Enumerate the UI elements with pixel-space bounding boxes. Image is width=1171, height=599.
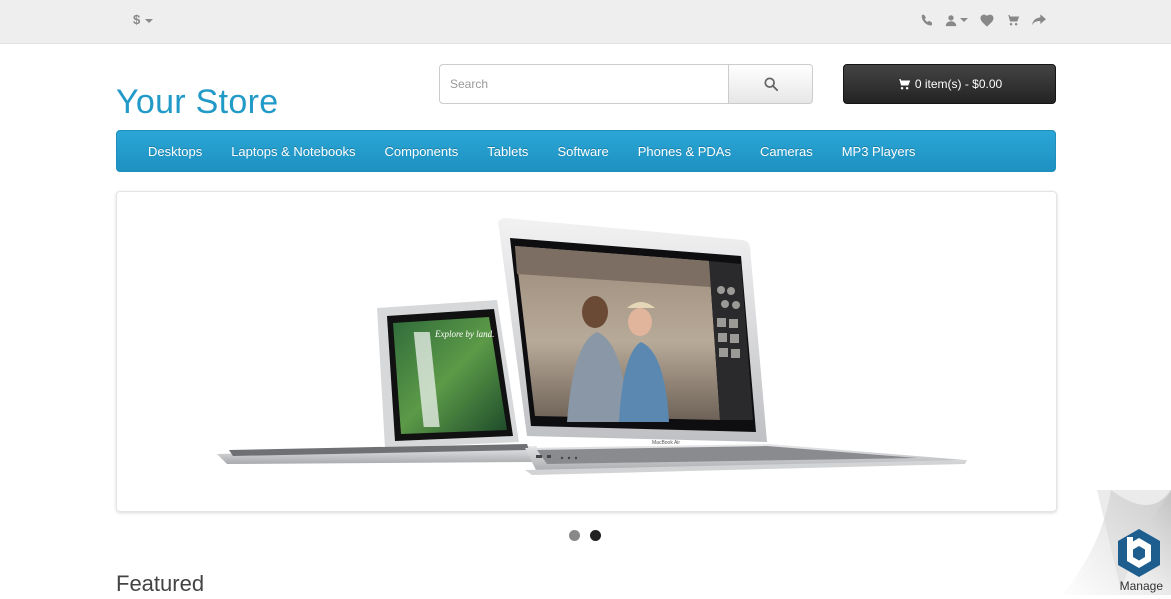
top-links bbox=[921, 11, 1046, 29]
laptop-left-screen-text: Explore by land. bbox=[434, 329, 494, 339]
cart-button[interactable]: 0 item(s) - $0.00 bbox=[843, 64, 1056, 104]
manage-label: Manage bbox=[1120, 579, 1163, 593]
menu-item-laptops-notebooks[interactable]: Laptops & Notebooks bbox=[217, 144, 370, 159]
cart-icon[interactable] bbox=[1006, 11, 1020, 29]
share-icon[interactable] bbox=[1032, 11, 1046, 29]
heart-icon[interactable] bbox=[980, 11, 994, 29]
menu-item-software[interactable]: Software bbox=[543, 144, 623, 159]
pager-dot-2[interactable] bbox=[590, 530, 601, 541]
menu-item-phones-pdas[interactable]: Phones & PDAs bbox=[623, 144, 745, 159]
menu-item-tablets[interactable]: Tablets bbox=[473, 144, 543, 159]
account-dropdown[interactable] bbox=[945, 11, 968, 29]
search-bar bbox=[439, 64, 813, 104]
user-icon bbox=[945, 14, 957, 27]
manage-widget[interactable]: Manage bbox=[1061, 490, 1171, 595]
phone-icon[interactable] bbox=[921, 11, 933, 29]
cart-label: 0 item(s) - $0.00 bbox=[915, 77, 1002, 91]
search-icon bbox=[764, 77, 778, 91]
menu-item-cameras[interactable]: Cameras bbox=[745, 144, 827, 159]
pager-dot-1[interactable] bbox=[569, 530, 580, 541]
currency-symbol: $ bbox=[133, 12, 140, 27]
main-menu: Desktops Laptops & Notebooks Components … bbox=[116, 130, 1056, 172]
laptop-right-brand: MacBook Air bbox=[652, 440, 680, 446]
search-input[interactable] bbox=[439, 64, 728, 104]
chevron-down-icon bbox=[145, 19, 153, 23]
section-title-featured: Featured bbox=[116, 571, 204, 597]
store-logo[interactable]: Your Store bbox=[116, 83, 278, 122]
manage-hex-icon bbox=[1115, 527, 1163, 579]
menu-item-desktops[interactable]: Desktops bbox=[133, 144, 217, 159]
menu-item-components[interactable]: Components bbox=[370, 144, 473, 159]
menu-item-mp3-players[interactable]: MP3 Players bbox=[827, 144, 930, 159]
search-button[interactable] bbox=[728, 64, 813, 104]
laptop-left: Explore by land. bbox=[217, 300, 537, 464]
top-bar: $ bbox=[0, 0, 1171, 44]
laptop-right: MacBook Air bbox=[498, 218, 967, 475]
slide-image-macbook-air: Explore by land. MacBook Air bbox=[117, 192, 1057, 512]
cart-icon bbox=[897, 78, 911, 90]
slideshow[interactable]: Explore by land. MacBook Air bbox=[116, 191, 1057, 512]
currency-dropdown[interactable]: $ bbox=[133, 12, 153, 27]
slideshow-pager bbox=[569, 530, 601, 541]
chevron-down-icon bbox=[960, 18, 968, 22]
